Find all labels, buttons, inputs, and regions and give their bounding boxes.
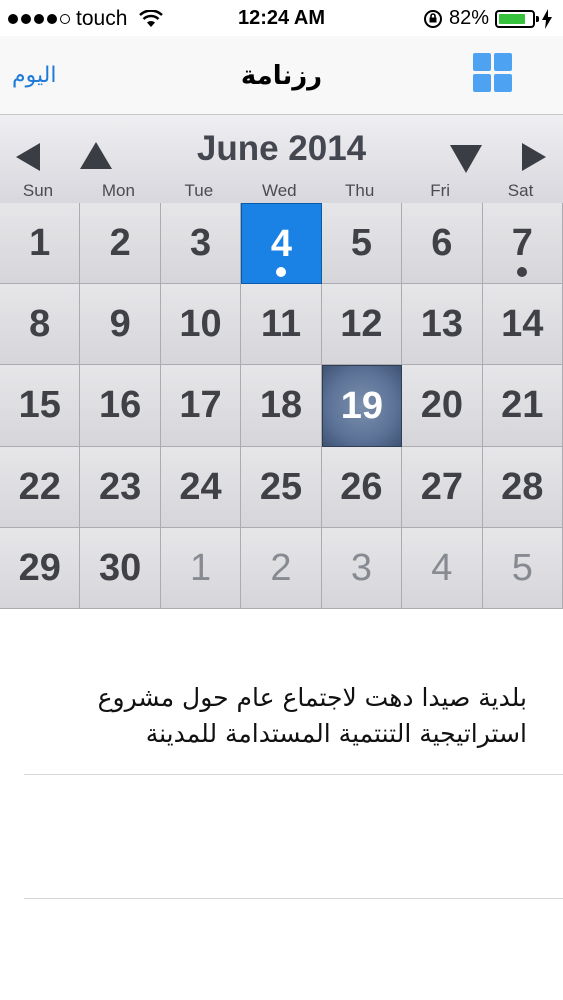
day-cell[interactable]: 21 [482,365,563,447]
day-cell[interactable]: 17 [160,365,242,447]
day-cell[interactable]: 10 [160,284,242,366]
weekday-label: Mon [101,181,135,200]
weekday-label: Tue [184,181,214,200]
day-number: 13 [420,303,463,346]
day-number: 18 [259,384,303,427]
day-number: 14 [501,303,544,346]
day-number: 17 [179,384,222,427]
day-cell[interactable]: 14 [482,284,563,366]
day-cell[interactable]: 8 [0,284,81,366]
day-number: 23 [98,465,142,508]
day-number: 6 [431,222,453,265]
day-number: 4 [270,222,293,265]
day-number: 1 [29,222,51,265]
day-cell[interactable]: 27 [402,446,483,528]
grid-icon[interactable] [473,53,513,93]
day-cell[interactable]: 15 [0,365,81,447]
event-indicator-dot [276,267,287,278]
day-cell[interactable]: 25 [241,446,322,528]
day-number: 9 [109,303,131,346]
day-number: 15 [18,384,61,427]
day-number: 22 [18,465,61,508]
event-indicator-dot [517,267,528,278]
day-number: 3 [350,546,372,589]
status-bar: touch 12:24 AM 82% [0,0,563,36]
day-number: 1 [189,546,212,589]
day-number: 30 [98,546,142,589]
day-cell[interactable]: 1 [0,203,81,285]
battery-icon [495,9,539,28]
day-number: 29 [18,546,61,589]
day-number: 2 [270,546,292,589]
day-cell[interactable]: 26 [321,446,403,528]
next-year-icon[interactable] [446,139,486,179]
day-cell[interactable]: 3 [321,527,403,609]
day-number: 21 [501,384,544,427]
day-number: 25 [259,465,303,508]
day-number: 11 [260,303,302,346]
day-number: 24 [179,465,222,508]
day-cell[interactable]: 12 [321,284,403,366]
navigation-bar: اليوم رزنامة [0,36,563,115]
day-number: 8 [29,303,51,346]
day-number: 16 [98,384,142,427]
day-number: 26 [340,465,383,508]
day-cell[interactable]: 4 [241,203,322,285]
day-number: 5 [511,546,533,589]
day-cell[interactable]: 30 [80,527,161,609]
battery-percent: 82% [448,7,489,29]
day-number: 19 [340,384,384,427]
day-cell[interactable]: 1 [160,527,242,609]
day-cell[interactable]: 2 [80,203,161,285]
day-cell[interactable]: 20 [402,365,483,447]
day-cell[interactable]: 16 [80,365,161,447]
battery-level [499,13,526,24]
day-cell[interactable]: 11 [241,284,322,366]
event-item[interactable]: بلدية صيدا دهت لاجتماع عام حول مشروع است… [47,680,527,752]
event-list: بلدية صيدا دهت لاجتماع عام حول مشروع است… [0,610,563,1000]
weekday-label: Thu [345,181,375,200]
next-month-icon[interactable] [510,137,550,177]
day-number: 10 [179,303,222,346]
day-cell[interactable]: 29 [0,527,81,609]
weekday-label: Sat [507,181,534,200]
day-cell[interactable]: 9 [80,284,161,366]
day-number: 4 [431,546,453,589]
day-cell[interactable]: 28 [482,446,563,528]
weekday-label: Sun [22,181,54,200]
day-number: 5 [350,222,372,265]
day-cell[interactable]: 2 [241,527,322,609]
day-number: 12 [340,303,383,346]
day-number: 7 [511,222,533,265]
day-number: 3 [189,222,212,265]
day-cell[interactable]: 5 [482,527,563,609]
weekday-label: Fri [430,181,451,200]
day-cell[interactable]: 22 [0,446,81,528]
day-cell[interactable]: 4 [402,527,483,609]
day-cell[interactable]: 7 [482,203,563,285]
day-cell[interactable]: 5 [321,203,403,285]
charging-bolt-icon [542,8,552,29]
weekday-label: Wed [261,181,297,200]
day-cell[interactable]: 19 [321,365,403,447]
calendar-header: June 2014 Sun Mon Tue Wed Thu Fri Sat [0,115,563,204]
event-separator [24,898,563,899]
day-number: 20 [420,384,463,427]
status-right: 82% [423,7,553,30]
day-grid: 1 2 3 4 5 6 7 8 9 10 11 12 13 14 15 16 17 18 19 20 21 22 23 24 2… [0,203,563,609]
day-number: 2 [109,222,131,265]
day-number: 27 [420,465,463,508]
day-cell[interactable]: 18 [241,365,322,447]
day-cell[interactable]: 3 [160,203,242,285]
day-cell[interactable]: 23 [80,446,161,528]
day-number: 28 [501,465,544,508]
day-cell[interactable]: 6 [402,203,483,285]
day-cell[interactable]: 13 [402,284,483,366]
day-cell[interactable]: 24 [160,446,242,528]
rotation-lock-icon [423,9,442,28]
event-separator [24,774,563,775]
